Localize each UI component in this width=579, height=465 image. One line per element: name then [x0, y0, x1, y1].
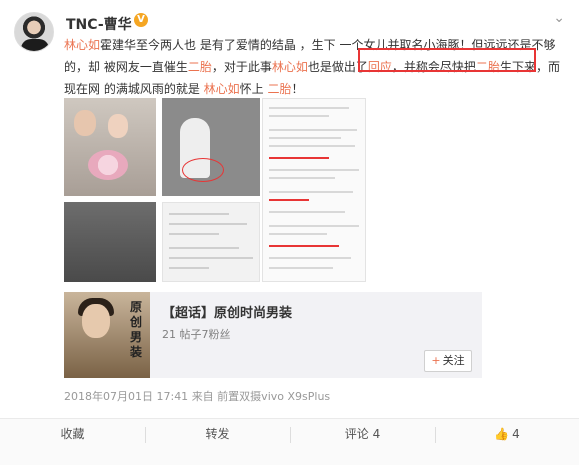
- image-thumbnail-screenshot[interactable]: [64, 202, 156, 282]
- verified-badge: V: [134, 13, 148, 27]
- topic-thumbnail-text: 原创男装: [130, 300, 143, 359]
- like-button[interactable]: 👍 4: [435, 419, 579, 465]
- favorite-label: 收藏: [60, 427, 85, 441]
- post-text-segment: ，对于此事: [211, 60, 272, 74]
- highlight-text[interactable]: 二胎: [267, 82, 291, 96]
- post-timestamp[interactable]: 2018年07月01日 17:41: [64, 390, 188, 403]
- post-text-segment: ！: [291, 82, 304, 96]
- highlight-text[interactable]: 林心如: [64, 38, 100, 52]
- post-source: 来自 前置双摄vivo X9sPlus: [191, 390, 331, 403]
- highlight-text[interactable]: 林心如: [204, 82, 240, 96]
- avatar[interactable]: [14, 12, 54, 52]
- image-thumbnail-article[interactable]: [262, 98, 366, 282]
- topic-title[interactable]: 【超话】原创时尚男装: [162, 302, 292, 321]
- follow-button[interactable]: + 关注: [424, 350, 472, 372]
- favorite-button[interactable]: 收藏: [0, 419, 145, 465]
- author-name[interactable]: TNC-曹华: [66, 14, 132, 34]
- post-text-segment: 怀上: [239, 82, 268, 96]
- chevron-down-icon[interactable]: ⌄: [553, 10, 565, 26]
- image-thumbnail-wedding[interactable]: [64, 98, 156, 196]
- repost-label: 转发: [205, 427, 230, 441]
- annotation-highlight-box: [358, 48, 536, 72]
- image-thumbnail-street[interactable]: [162, 98, 260, 196]
- follow-label: 关注: [442, 354, 465, 367]
- post-meta: 2018年07月01日 17:41 来自 前置双摄vivo X9sPlus: [64, 388, 330, 404]
- comment-label: 评论 4: [344, 427, 381, 441]
- highlight-text[interactable]: 二胎: [188, 60, 212, 74]
- image-grid: [64, 98, 260, 282]
- plus-icon: +: [431, 354, 441, 367]
- thumbs-up-icon: 👍: [494, 427, 510, 441]
- highlight-text[interactable]: 林心如: [272, 60, 308, 74]
- comment-button[interactable]: 评论 4: [290, 419, 435, 465]
- topic-stats: 21 帖子7粉丝: [162, 328, 231, 341]
- repost-button[interactable]: 转发: [145, 419, 290, 465]
- like-count: 4: [512, 427, 520, 441]
- image-thumbnail-comments[interactable]: [162, 202, 260, 282]
- topic-card[interactable]: 原创男装 【超话】原创时尚男装 21 帖子7粉丝 + 关注: [64, 292, 482, 378]
- topic-thumbnail: 原创男装: [64, 292, 150, 378]
- action-bar: 收藏 转发 评论 4 👍 4: [0, 418, 579, 465]
